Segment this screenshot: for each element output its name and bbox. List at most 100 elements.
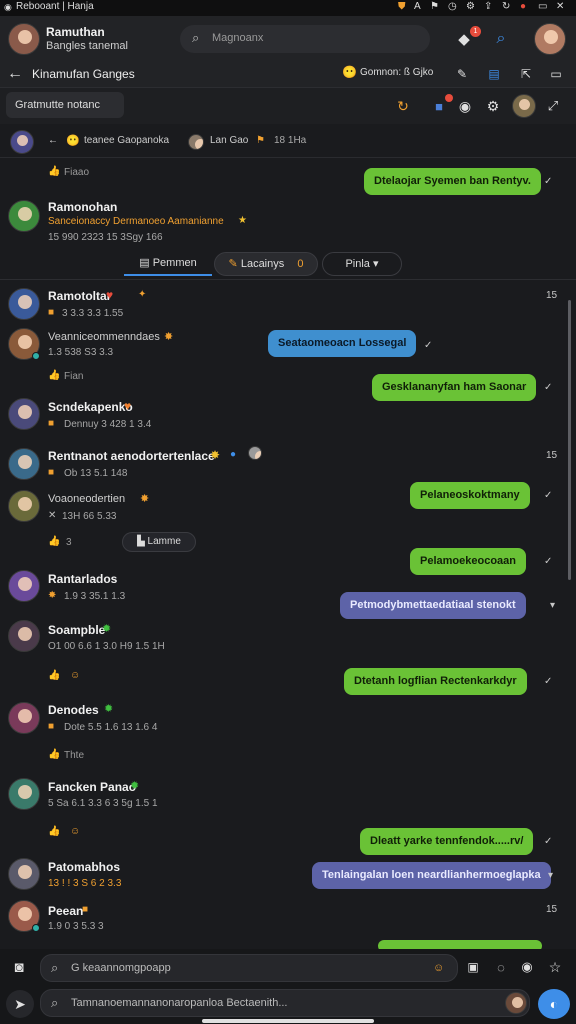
sender-name: Soampble: [48, 623, 106, 637]
message-input[interactable]: ⌕ Tamnanoemannanonaropanloa Bectaenith..…: [40, 989, 530, 1017]
heart-icon: ♥: [124, 399, 132, 413]
sender-name: Patomabhos: [48, 860, 121, 874]
search-button-icon[interactable]: ⌕: [490, 28, 512, 50]
refresh-icon[interactable]: ↻: [394, 97, 412, 115]
composer-avatar: [505, 992, 527, 1014]
side-time: 15: [546, 450, 558, 461]
search-input[interactable]: Magnoanx: [212, 32, 263, 44]
emoji-icon[interactable]: ☺: [433, 955, 444, 981]
message-bubble-outgoing[interactable]: Gesklananyfan ham Saonar: [372, 374, 537, 401]
file-icon: ▙: [137, 536, 148, 547]
pin-arrow-icon: ←: [48, 135, 58, 146]
reaction-pill[interactable]: ▙ Lamme: [122, 532, 196, 552]
message-meta: Dennuy 3 428 1 3.4: [64, 419, 152, 430]
message-bubble-outgoing[interactable]: Pelaneoskoktmany: [410, 482, 530, 509]
star-outline-icon[interactable]: ☆: [546, 958, 564, 976]
shield-icon: ⛊: [398, 1, 406, 12]
pinned-avatar: [10, 130, 34, 154]
clock-icon: ◷: [448, 1, 457, 12]
minimize-icon[interactable]: ▭: [538, 1, 547, 12]
member-avatar[interactable]: [512, 94, 536, 118]
record-icon[interactable]: ◉: [456, 97, 474, 115]
nav-bar: ← Kinamufan Ganges 😶 Gomnon: ß Gjko ✎ ▤ …: [0, 62, 576, 88]
info-icon: ●: [230, 449, 237, 460]
sticker-icon[interactable]: ◌: [492, 958, 510, 976]
avatar[interactable]: [8, 448, 40, 480]
thumb-icon[interactable]: 👍: [48, 166, 60, 177]
pinned-row[interactable]: ← 😶 teanee Gaopanoka Lan Gao ⚑ 18 1Ha: [0, 124, 576, 158]
app-logo-icon: ◉: [4, 2, 12, 12]
thumb-icon[interactable]: 👍: [48, 749, 60, 760]
notify-badge: 1: [470, 26, 481, 37]
avatar[interactable]: [8, 858, 40, 890]
record-icon[interactable]: ◉: [518, 958, 536, 976]
avatar[interactable]: [8, 702, 40, 734]
gear-icon[interactable]: ⚙: [484, 97, 502, 115]
attach-icon[interactable]: ➤: [6, 990, 34, 1018]
reaction-label: Fiaao: [64, 167, 90, 178]
message-meta: O1 00 6.6 1 3.0 H9 1.5 1H: [48, 641, 165, 652]
avatar[interactable]: [8, 398, 40, 430]
avatar[interactable]: [8, 490, 40, 522]
emoji-reaction-icon[interactable]: ☺: [70, 826, 80, 837]
send-icon[interactable]: ◐: [538, 989, 570, 1019]
search-bar[interactable]: ⌕ Magnoanx: [180, 25, 430, 53]
search-icon: ⌕: [192, 30, 200, 45]
chevron-down-icon[interactable]: ▾: [548, 870, 553, 881]
avatar[interactable]: [8, 288, 40, 320]
online-indicator: [32, 924, 40, 932]
close-icon[interactable]: ✕: [556, 1, 564, 12]
sidebar-toggle-icon[interactable]: ▭: [548, 66, 564, 82]
group-avatar[interactable]: [8, 200, 40, 232]
message-bubble-incoming[interactable]: Seataomeoacn Lossegal: [268, 330, 417, 357]
message-bubble-incoming[interactable]: Tenlaingalan loen neardlianhermoeglapka: [312, 862, 551, 889]
account-avatar[interactable]: [534, 23, 566, 55]
edit-icon[interactable]: ✎: [454, 66, 470, 82]
message-meta: 13 ! ! 3 S 6 2 3.3: [48, 878, 122, 889]
compose-icon[interactable]: ⇱: [518, 66, 534, 82]
message-meta: 5 Sa 6.1 3.3 6 3 5g 1.5 1: [48, 798, 158, 809]
thumb-icon[interactable]: 👍: [48, 670, 60, 681]
star-icon: ✸: [210, 448, 221, 462]
message-feed: ← 😶 teanee Gaopanoka Lan Gao ⚑ 18 1Ha 👍 …: [0, 124, 576, 949]
message-bubble-incoming[interactable]: Petmodybmettaedatiaal stenokt: [340, 592, 526, 619]
emoji-reaction-icon[interactable]: ☺: [70, 670, 80, 681]
message-bubble-outgoing[interactable]: Pelamoekeocoaan: [410, 548, 526, 575]
camera-icon[interactable]: ◙: [8, 956, 30, 978]
avatar[interactable]: [8, 620, 40, 652]
message-bubble-outgoing[interactable]: Dtetanh logflian Rectenkarkdyr: [344, 668, 527, 695]
tab-pemmen[interactable]: ▤ Pemmen: [124, 252, 212, 276]
profile-subtitle: Bangles tanemal: [46, 40, 128, 52]
message-bubble-outgoing[interactable]: Dtelaojar Syemen ban Rentyv.: [364, 168, 541, 195]
document-icon[interactable]: ▤: [486, 66, 502, 82]
message-bubble-outgoing[interactable]: Dleatt yarke tennfendok.....rv/: [360, 828, 534, 855]
pin-emoji-icon: 😶: [66, 135, 80, 147]
filter-dropdown[interactable]: Gratmutte notanc: [6, 92, 124, 118]
expand-icon[interactable]: ⤢: [544, 97, 562, 115]
sender-name: Peean: [48, 904, 84, 918]
heart-icon: ♥: [106, 288, 114, 302]
gif-icon[interactable]: ▣: [464, 958, 482, 976]
scrollbar[interactable]: [568, 300, 571, 580]
award-icon: ■: [82, 904, 89, 915]
chevron-down-icon[interactable]: ▾: [550, 600, 555, 611]
star-icon: ★: [238, 215, 247, 226]
thumb-icon[interactable]: 👍: [48, 536, 60, 547]
tab-lacainys[interactable]: ✎ Lacainys 0: [214, 252, 318, 276]
settings-icon: ⚙: [466, 1, 475, 12]
reply-input[interactable]: ⌕ G keaannomgpoapp ☺: [40, 954, 458, 982]
back-arrow-icon[interactable]: ←: [6, 64, 24, 84]
pinned-text: teanee Gaopanoka: [84, 135, 170, 146]
group-name: Ramonohan: [48, 200, 118, 214]
message-bubble-outgoing-partial[interactable]: [378, 940, 542, 949]
tab-pinla[interactable]: Pinla ▾: [322, 252, 402, 276]
side-time: 15: [546, 904, 558, 915]
thumb-icon[interactable]: 👍: [48, 370, 60, 381]
profile-avatar[interactable]: [8, 23, 40, 55]
sender-name: Fancken Panao: [48, 780, 137, 794]
pinned-text-2: Lan Gao: [210, 135, 249, 146]
avatar[interactable]: [8, 570, 40, 602]
sender-name: Rantarlados: [48, 572, 118, 586]
avatar[interactable]: [8, 778, 40, 810]
thumb-icon[interactable]: 👍: [48, 826, 60, 837]
